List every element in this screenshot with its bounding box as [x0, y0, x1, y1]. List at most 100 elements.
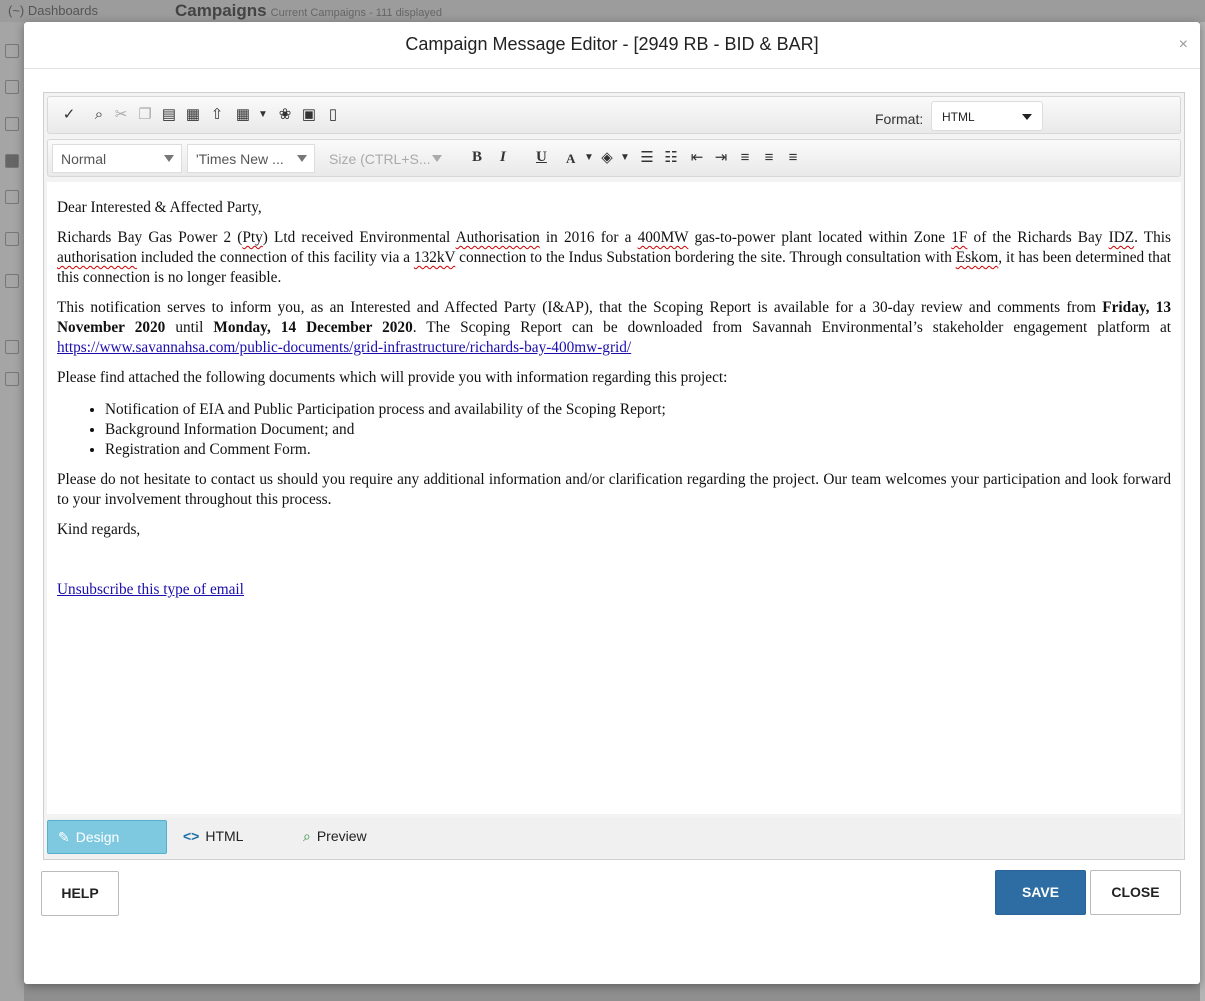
text-run: included the connection of this facility…	[136, 249, 414, 266]
font-color-dropdown-icon[interactable]: ▼	[580, 149, 598, 167]
sidebar-icon	[5, 372, 19, 386]
template-icon[interactable]: ▦	[184, 106, 202, 124]
editor-toolbar-top: ✓ ⌕ ✂ ❐ ▤ ▦ ⇧ ▦ ▼ ❀ ▣ ▯ Format: HTML	[47, 96, 1181, 134]
code-icon: <>	[183, 828, 200, 844]
text-run: in 2016 for a	[539, 229, 638, 246]
end-date: Monday, 14 December 2020	[213, 319, 413, 336]
sidebar-icon	[5, 154, 19, 168]
table-icon[interactable]: ▦	[234, 106, 252, 124]
paragraph-authorisation: Richards Bay Gas Power 2 (Pty) Ltd recei…	[57, 228, 1171, 288]
editor-mode-tabs: ✎ Design <> HTML ⌕ Preview	[47, 818, 1181, 858]
spelling-flagged-word: 132kV	[413, 249, 456, 266]
campaign-message-editor-dialog: Campaign Message Editor - [2949 RB - BID…	[24, 22, 1200, 984]
attachments-list: Notification of EIA and Public Participa…	[57, 400, 1171, 460]
font-size-dropdown[interactable]: Size (CTRL+S...	[320, 144, 450, 173]
tab-design[interactable]: ✎ Design	[47, 820, 167, 854]
font-color-icon[interactable]: A	[566, 151, 575, 167]
text-run: ) Ltd received Environmental	[262, 229, 456, 246]
closing-text: Kind regards,	[57, 521, 141, 538]
text-document-icon[interactable]: ▯	[324, 106, 342, 124]
align-center-icon[interactable]: ≡	[760, 149, 778, 167]
sidebar-icon	[5, 232, 19, 246]
image-manager-icon[interactable]: ❀	[276, 106, 294, 124]
special-char-icon[interactable]: ⇧	[208, 106, 226, 124]
paragraph-notification: This notification serves to inform you, …	[57, 298, 1171, 358]
spelling-flagged-word: 400MW	[637, 229, 689, 246]
background-sidebar	[0, 22, 24, 1001]
chevron-down-icon	[297, 155, 307, 162]
text-run: Richards Bay Gas Power 2 (	[57, 229, 243, 246]
spelling-flagged-word: IDZ	[1108, 229, 1135, 246]
breadcrumb-dashboards: (~) Dashboards	[8, 3, 98, 18]
font-name-dropdown[interactable]: 'Times New ...	[187, 144, 315, 173]
tab-html[interactable]: <> HTML	[173, 820, 253, 854]
format-select-value: HTML	[942, 110, 975, 124]
modal-title: Campaign Message Editor - [2949 RB - BID…	[405, 34, 819, 54]
text-run: . This	[1134, 229, 1171, 246]
background-topbar: (~) Dashboards Campaigns Current Campaign…	[0, 0, 1205, 22]
magnifier-icon: ⌕	[303, 828, 311, 844]
tab-preview[interactable]: ⌕ Preview	[293, 820, 377, 854]
tab-design-label: Design	[75, 829, 120, 845]
sidebar-icon	[5, 274, 19, 288]
align-left-icon[interactable]: ≡	[736, 149, 754, 167]
editor-content-area[interactable]: Dear Interested & Affected Party, Richar…	[47, 182, 1181, 814]
page-title: Campaigns	[175, 1, 267, 20]
spelling-flagged-word: 1F	[951, 229, 968, 246]
sidebar-icon	[5, 117, 19, 131]
find-icon[interactable]: ⌕	[90, 106, 108, 124]
text-run: gas-to-power plant located within Zone	[688, 229, 952, 246]
underline-icon[interactable]: U	[536, 149, 547, 166]
bulleted-list-icon[interactable]: ☷	[662, 149, 680, 167]
format-label: Format:	[875, 111, 924, 127]
pencil-icon: ✎	[58, 829, 70, 845]
tab-html-label: HTML	[205, 828, 244, 844]
tab-preview-label: Preview	[316, 828, 367, 844]
italic-icon[interactable]: I	[500, 149, 506, 166]
paragraph-attachments-intro: Please find attached the following docum…	[57, 369, 728, 386]
paste-icon[interactable]: ▤	[160, 106, 178, 124]
unsubscribe-paragraph: Unsubscribe this type of email	[57, 580, 1171, 600]
spelling-flagged-word: authorisation	[57, 249, 137, 266]
breadcrumb-label: Dashboards	[27, 3, 98, 18]
image-icon[interactable]: ▣	[300, 106, 318, 124]
close-icon[interactable]: ×	[1179, 36, 1188, 54]
numbered-list-icon[interactable]: ☰	[638, 149, 656, 167]
text-run: until	[165, 319, 214, 336]
paragraph-style-value: Normal	[61, 151, 107, 167]
text-run: connection to the Indus Substation borde…	[455, 249, 956, 266]
greeting-paragraph: Dear Interested & Affected Party,	[57, 199, 262, 216]
indent-icon[interactable]: ⇥	[712, 149, 730, 167]
align-right-icon[interactable]: ≡	[784, 149, 802, 167]
sidebar-icon	[5, 44, 19, 58]
text-run: . The Scoping Report can be downloaded f…	[412, 319, 1171, 336]
format-select[interactable]: HTML	[931, 101, 1043, 131]
help-button[interactable]: HELP	[41, 871, 119, 916]
font-size-value: Size (CTRL+S...	[329, 151, 431, 167]
close-button[interactable]: CLOSE	[1090, 870, 1181, 915]
background-right-edge	[1200, 22, 1205, 1001]
spelling-flagged-word: Pty	[242, 229, 263, 246]
text-run: of the Richards Bay	[967, 229, 1109, 246]
background-page-title: Campaigns Current Campaigns - 111 display…	[175, 1, 442, 21]
page-subtitle: Current Campaigns - 111 displayed	[270, 7, 443, 19]
bold-icon[interactable]: B	[472, 149, 482, 166]
cut-icon[interactable]: ✂	[112, 106, 130, 124]
outdent-icon[interactable]: ⇤	[688, 149, 706, 167]
save-button[interactable]: SAVE	[995, 870, 1086, 915]
chevron-down-icon	[432, 155, 442, 162]
text-run: This notification serves to inform you, …	[57, 299, 1103, 316]
unsubscribe-link[interactable]: Unsubscribe this type of email	[57, 581, 244, 598]
editor-toolbar-formatting: Normal 'Times New ... Size (CTRL+S... B …	[47, 139, 1181, 177]
chevron-down-icon	[1022, 114, 1032, 120]
highlight-color-icon[interactable]: ◈	[598, 149, 616, 167]
highlight-dropdown-icon[interactable]: ▼	[616, 149, 634, 167]
download-link[interactable]: https://www.savannahsa.com/public-docume…	[57, 339, 631, 356]
spellcheck-icon[interactable]: ✓	[60, 106, 78, 124]
list-item: Registration and Comment Form.	[105, 440, 1171, 460]
spelling-flagged-word: Eskom	[955, 249, 999, 266]
paragraph-style-dropdown[interactable]: Normal	[52, 144, 182, 173]
list-item: Background Information Document; and	[105, 420, 1171, 440]
table-dropdown-icon[interactable]: ▼	[254, 106, 272, 124]
copy-icon[interactable]: ❐	[136, 106, 154, 124]
